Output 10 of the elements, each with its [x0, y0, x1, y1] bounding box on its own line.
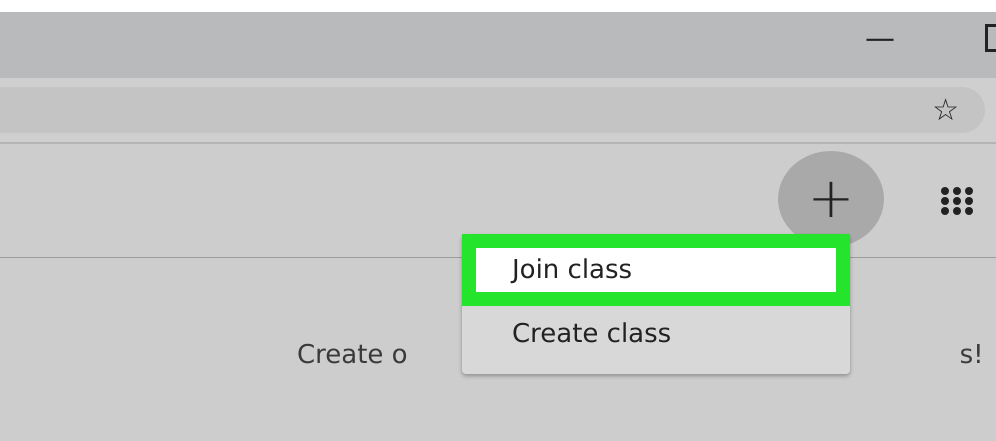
menu-item[interactable]: Join class: [462, 234, 850, 306]
add-button[interactable]: +: [778, 150, 884, 246]
menu-item[interactable]: Create class: [462, 306, 850, 362]
bookmark-button[interactable]: ☆: [932, 92, 959, 128]
empty-message: s!: [960, 340, 984, 370]
apps-icon[interactable]: [940, 186, 974, 214]
empty-message: Create o: [297, 340, 408, 370]
maximize-icon[interactable]: [985, 24, 996, 52]
address-field[interactable]: ☆: [0, 87, 985, 133]
minimize-button[interactable]: —: [865, 20, 895, 56]
